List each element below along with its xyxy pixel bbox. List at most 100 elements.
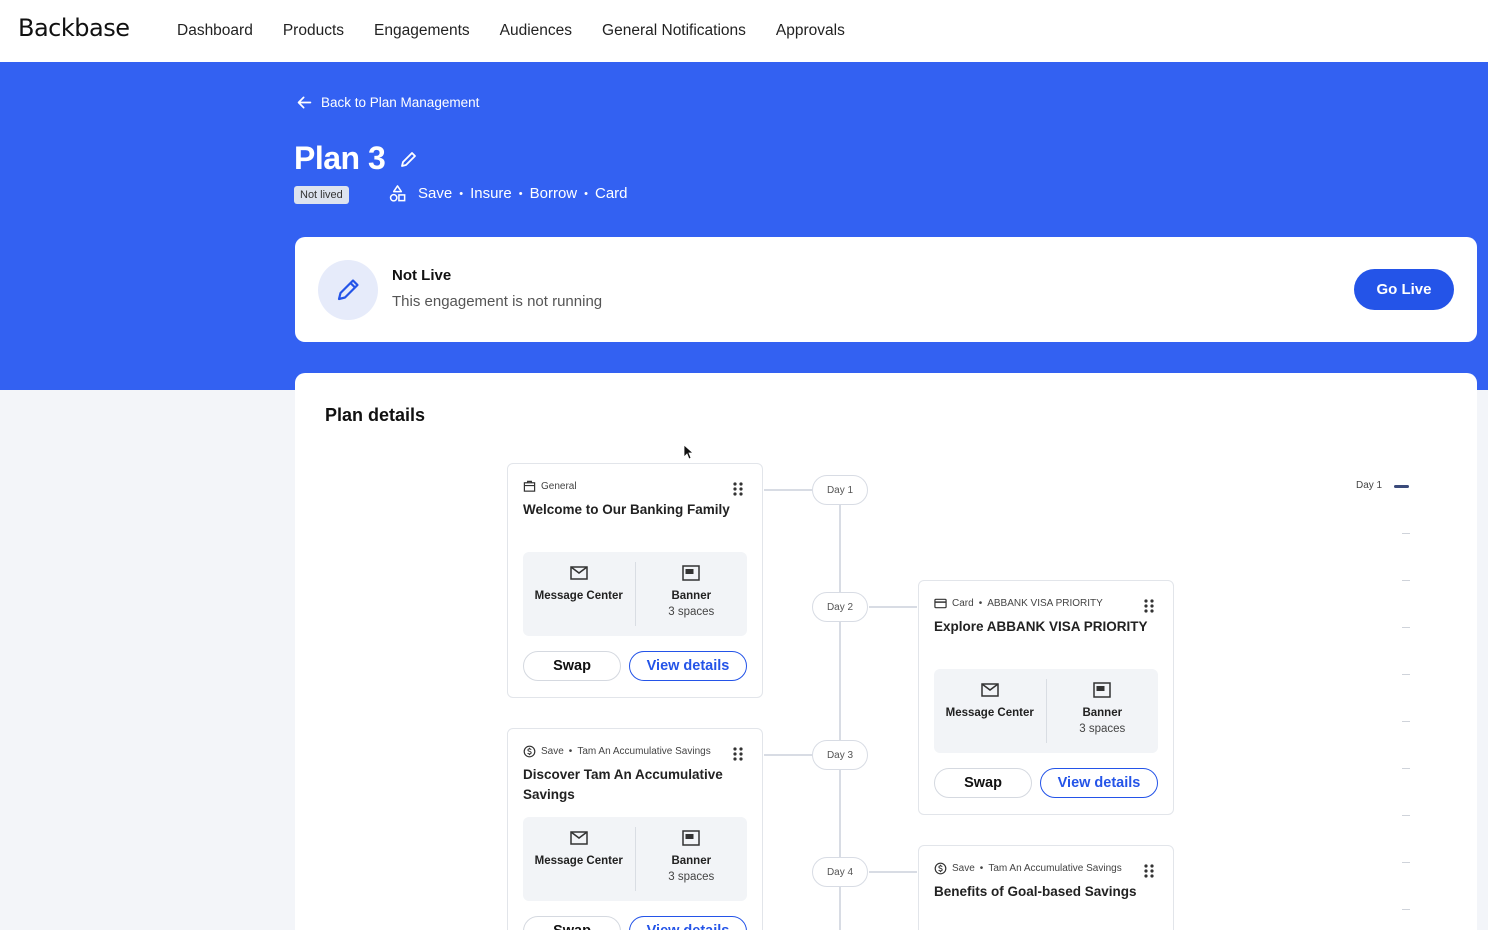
- top-nav: Backbase Dashboard Products Engagements …: [0, 0, 1488, 62]
- product-list: Save • Insure • Borrow • Card: [388, 184, 628, 203]
- minimap-tick[interactable]: [1402, 721, 1410, 722]
- channel-name: Message Center: [534, 590, 623, 602]
- timeline-connector: [869, 606, 917, 608]
- status-description: This engagement is not running: [392, 293, 603, 310]
- card-category: Card • ABBANK VISA PRIORITY: [934, 597, 1103, 610]
- status-icon-circle: [318, 260, 378, 320]
- view-details-button[interactable]: View details: [629, 916, 747, 930]
- envelope-icon: [981, 683, 999, 697]
- channel-detail: 3 spaces: [668, 871, 715, 883]
- nav-item-approvals[interactable]: Approvals: [776, 22, 845, 40]
- channel-message-center: Message Center: [934, 669, 1046, 753]
- separator-dot: •: [978, 598, 983, 609]
- back-link[interactable]: Back to Plan Management: [296, 94, 479, 111]
- shapes-icon: [389, 185, 406, 202]
- timeline-connector: [869, 871, 917, 873]
- card-category: Save • Tam An Accumulative Savings: [934, 862, 1122, 875]
- nav-item-engagements[interactable]: Engagements: [374, 22, 470, 40]
- nav-item-general-notifications[interactable]: General Notifications: [602, 22, 746, 40]
- channel-message-center: Message Center: [523, 817, 635, 901]
- drag-handle-icon[interactable]: [1143, 598, 1155, 614]
- card-category-label: General: [541, 481, 577, 492]
- separator-dot: •: [979, 863, 984, 874]
- card-product-label: Tam An Accumulative Savings: [577, 746, 711, 757]
- view-details-button[interactable]: View details: [1040, 768, 1158, 798]
- envelope-icon: [570, 566, 588, 580]
- engagement-card[interactable]: Save • Tam An Accumulative Savings Disco…: [507, 728, 763, 930]
- channel-list: Message Center Banner 3 spaces: [523, 817, 747, 901]
- engagement-card[interactable]: Save • Tam An Accumulative Savings Benef…: [918, 845, 1174, 930]
- swap-button[interactable]: Swap: [934, 768, 1032, 798]
- engagement-status-card: Not Live This engagement is not running …: [295, 237, 1477, 342]
- card-title: Discover Tam An Accumulative Savings: [523, 767, 723, 802]
- minimap-tick[interactable]: [1402, 627, 1410, 628]
- separator-dot: •: [568, 746, 573, 757]
- engagement-card[interactable]: Card • ABBANK VISA PRIORITY Explore ABBA…: [918, 580, 1174, 815]
- day-marker: Day 4: [812, 857, 868, 887]
- plan-details-panel: Plan details: [295, 373, 1477, 930]
- nav-item-products[interactable]: Products: [283, 22, 344, 40]
- brand-logo[interactable]: Backbase: [18, 14, 130, 42]
- minimap-active-label: Day 1: [1356, 480, 1383, 491]
- timeline-connector: [764, 754, 812, 756]
- coin-icon: [523, 745, 536, 758]
- card-actions: Swap View details: [523, 651, 747, 681]
- title-row: Plan 3: [294, 140, 419, 177]
- separator-dot: •: [459, 187, 464, 200]
- card-category-label: Card: [952, 598, 974, 609]
- pencil-icon[interactable]: [399, 149, 419, 169]
- page-title: Plan 3: [294, 140, 386, 176]
- engagement-card[interactable]: General Welcome to Our Banking Family Me…: [507, 463, 763, 698]
- channel-name: Message Center: [945, 707, 1034, 719]
- card-category: Save • Tam An Accumulative Savings: [523, 745, 711, 758]
- card-category: General: [523, 480, 577, 493]
- status-badge: Not lived: [294, 186, 349, 204]
- minimap-tick[interactable]: [1402, 815, 1410, 816]
- back-link-label: Back to Plan Management: [321, 95, 480, 110]
- minimap-tick[interactable]: [1402, 909, 1410, 910]
- section-title: Plan details: [325, 405, 426, 425]
- channel-name: Message Center: [534, 855, 623, 867]
- day-marker: Day 2: [812, 592, 868, 622]
- minimap-tick[interactable]: [1402, 674, 1410, 675]
- nav-item-audiences[interactable]: Audiences: [500, 22, 572, 40]
- card-category-label: Save: [952, 863, 975, 874]
- swap-button[interactable]: Swap: [523, 651, 621, 681]
- minimap-tick[interactable]: [1402, 580, 1410, 581]
- minimap-tick[interactable]: [1402, 768, 1410, 769]
- separator-dot: •: [518, 187, 523, 200]
- day-marker: Day 1: [812, 475, 868, 505]
- building-icon: [523, 480, 536, 492]
- envelope-icon: [570, 831, 588, 845]
- card-product-label: Tam An Accumulative Savings: [988, 863, 1122, 874]
- channel-name: Banner: [671, 855, 712, 867]
- minimap-tick[interactable]: [1402, 862, 1410, 863]
- card-actions: Swap View details: [523, 916, 747, 930]
- arrow-left-icon: [297, 96, 312, 109]
- pencil-icon: [337, 279, 359, 301]
- nav-links: Dashboard Products Engagements Audiences…: [177, 0, 845, 62]
- nav-item-dashboard[interactable]: Dashboard: [177, 22, 253, 40]
- status-title: Not Live: [392, 267, 452, 284]
- card-product-label: ABBANK VISA PRIORITY: [987, 598, 1103, 609]
- banner-icon: [682, 830, 700, 846]
- swap-button[interactable]: Swap: [523, 916, 621, 930]
- channel-banner: Banner 3 spaces: [636, 552, 748, 636]
- coin-icon: [934, 862, 947, 875]
- view-details-button[interactable]: View details: [629, 651, 747, 681]
- product-save: Save: [418, 185, 453, 202]
- minimap-active-marker[interactable]: [1394, 485, 1409, 488]
- channel-detail: 3 spaces: [668, 606, 715, 618]
- credit-card-icon: [934, 598, 947, 609]
- banner-icon: [682, 565, 700, 581]
- channel-name: Banner: [671, 590, 712, 602]
- product-borrow: Borrow: [529, 185, 578, 202]
- card-title: Benefits of Goal-based Savings: [934, 884, 1137, 899]
- drag-handle-icon[interactable]: [732, 481, 744, 497]
- go-live-button[interactable]: Go Live: [1354, 269, 1454, 310]
- drag-handle-icon[interactable]: [1143, 863, 1155, 879]
- minimap-tick[interactable]: [1402, 533, 1410, 534]
- drag-handle-icon[interactable]: [732, 746, 744, 762]
- card-actions: Swap View details: [934, 768, 1158, 798]
- channel-banner: Banner 3 spaces: [1047, 669, 1159, 753]
